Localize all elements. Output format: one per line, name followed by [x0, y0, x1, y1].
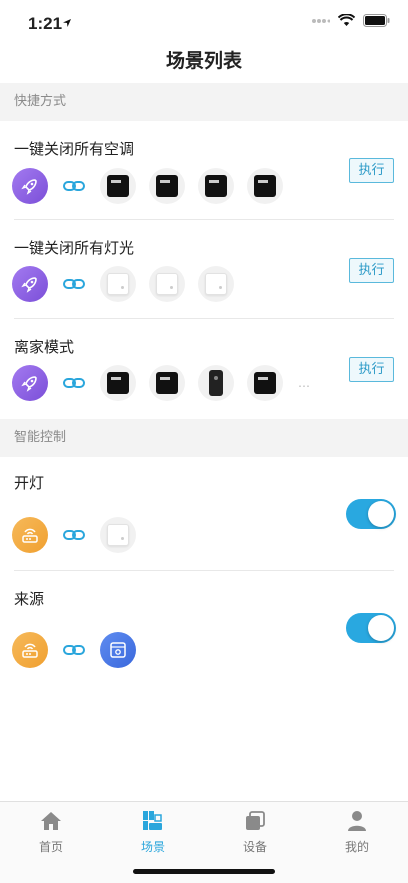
scene-card: 一键关闭所有灯光 执行 [0, 220, 408, 319]
status-bar: 1:21 [0, 0, 408, 48]
page-title: 场景列表 [165, 50, 242, 72]
scene-toggle[interactable] [346, 499, 396, 529]
tab-label: 场景 [140, 840, 165, 854]
status-indicators [312, 14, 390, 27]
scene-device-row [12, 632, 136, 668]
smart-scene-card: 开灯 [0, 457, 408, 571]
rocket-icon [12, 168, 48, 204]
section-header-smart-control: 智能控制 [0, 419, 408, 457]
execute-button[interactable]: 执行 [349, 357, 394, 382]
thermostat-device-icon [198, 168, 234, 204]
location-arrow-icon [63, 19, 71, 27]
link-icon [61, 517, 87, 553]
tab-profile[interactable]: 我的 [306, 808, 408, 855]
execute-button[interactable]: 执行 [349, 258, 394, 283]
smart-scene-card: 来源 [0, 571, 408, 685]
socket-device-icon [100, 632, 136, 668]
panel-device-icon [247, 365, 283, 401]
tab-home[interactable]: 首页 [0, 808, 102, 855]
panel-device-icon [100, 365, 136, 401]
page-header: 场景列表 [0, 44, 408, 82]
light-switch-device-icon [198, 266, 234, 302]
scene-name: 离家模式 [14, 338, 75, 356]
link-icon [61, 365, 87, 401]
toggle-knob [368, 501, 394, 527]
tab-label: 首页 [38, 840, 63, 854]
scene-name: 来源 [14, 590, 45, 608]
signal-dots-icon [312, 18, 330, 23]
execute-button[interactable]: 执行 [349, 158, 394, 183]
link-icon [61, 266, 87, 302]
scene-device-row [12, 266, 247, 302]
scene-device-row [12, 168, 296, 204]
more-indicator: … [298, 376, 310, 390]
link-icon [61, 168, 87, 204]
light-switch-device-icon [100, 266, 136, 302]
scene-device-row: … [12, 365, 310, 401]
tab-label: 设备 [242, 840, 267, 854]
gateway-icon [12, 632, 48, 668]
scene-toggle[interactable] [346, 613, 396, 643]
thermostat-device-icon [247, 168, 283, 204]
door-lock-device-icon [198, 365, 234, 401]
light-switch-device-icon [100, 517, 136, 553]
thermostat-device-icon [100, 168, 136, 204]
toggle-knob [368, 615, 394, 641]
thermostat-device-icon [149, 365, 185, 401]
battery-icon [363, 14, 390, 27]
light-switch-device-icon [149, 266, 185, 302]
scene-name: 一键关闭所有灯光 [14, 239, 135, 257]
tab-devices[interactable]: 设备 [204, 808, 306, 855]
section-header-shortcuts: 快捷方式 [0, 83, 408, 121]
scene-card: 一键关闭所有空调 执行 [0, 121, 408, 220]
scene-device-row [12, 517, 149, 553]
scene-card: 离家模式 … 执行 [0, 319, 408, 420]
rocket-icon [12, 365, 48, 401]
devices-icon [246, 811, 265, 830]
home-indicator [133, 869, 275, 874]
wifi-icon [338, 14, 355, 26]
home-icon [41, 812, 61, 830]
scene-icon [143, 811, 162, 830]
tab-label: 我的 [344, 840, 369, 854]
scene-name: 一键关闭所有空调 [14, 140, 135, 158]
thermostat-device-icon [149, 168, 185, 204]
link-icon [61, 632, 87, 668]
gateway-icon [12, 517, 48, 553]
profile-icon [348, 811, 366, 831]
status-time: 1:21 [28, 14, 63, 33]
scene-name: 开灯 [14, 474, 45, 492]
tab-scene[interactable]: 场景 [102, 808, 204, 855]
rocket-icon [12, 266, 48, 302]
